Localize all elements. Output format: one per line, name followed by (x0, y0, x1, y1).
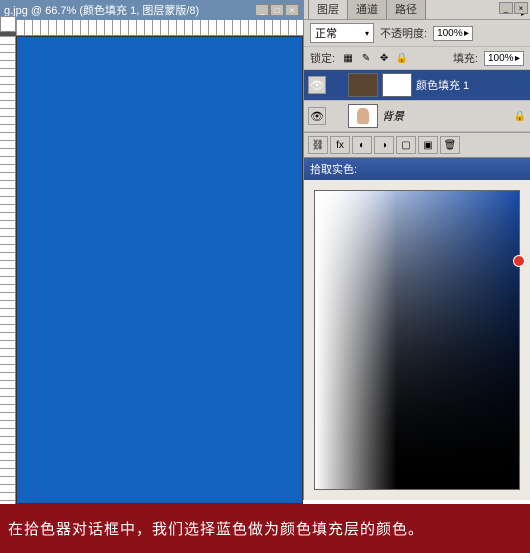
minimize-button[interactable]: _ (255, 4, 269, 16)
visibility-toggle[interactable]: 👁 (308, 107, 326, 125)
lock-all-icon[interactable]: 🔒 (395, 51, 409, 65)
ruler-origin[interactable] (0, 16, 16, 32)
color-field[interactable] (314, 190, 520, 490)
document-title: g.jpg @ 66.7% (颜色填充 1, 图层蒙版/8) (4, 2, 199, 18)
lock-icon: 🔒 (514, 111, 526, 122)
canvas[interactable] (16, 36, 303, 504)
layer-list: 👁 颜色填充 1 👁 背景 🔒 (304, 70, 530, 132)
visibility-toggle[interactable]: 👁 (308, 76, 326, 94)
layer-mask-button[interactable]: ◐ (352, 136, 372, 154)
lock-move-icon[interactable]: ✥ (377, 51, 391, 65)
tab-paths[interactable]: 路径 (386, 0, 426, 19)
opacity-input[interactable]: 100%▸ (433, 26, 473, 41)
picker-title: 拾取实色: (304, 158, 530, 180)
tab-channels[interactable]: 通道 (347, 0, 387, 19)
color-cursor[interactable] (513, 255, 525, 267)
layer-style-button[interactable]: fx (330, 136, 350, 154)
layer-name[interactable]: 颜色填充 1 (416, 77, 526, 93)
chevron-down-icon: ▾ (365, 29, 369, 38)
tab-layers[interactable]: 图层 (308, 0, 348, 19)
layer-mask-thumbnail[interactable] (382, 73, 412, 97)
layer-name[interactable]: 背景 (382, 108, 510, 124)
ruler-vertical[interactable] (0, 36, 16, 504)
blend-mode-value: 正常 (315, 25, 337, 41)
chevron-right-icon: ▸ (515, 53, 520, 64)
color-picker-panel: 拾取实色: (304, 158, 530, 500)
document-window: g.jpg @ 66.7% (颜色填充 1, 图层蒙版/8) _ □ × (0, 0, 303, 500)
new-layer-button[interactable]: ▣ (418, 136, 438, 154)
lock-brush-icon[interactable]: ✎ (359, 51, 373, 65)
ruler-horizontal[interactable] (16, 20, 303, 36)
layer-thumbnail[interactable] (348, 104, 378, 128)
layer-thumbnail[interactable] (348, 73, 378, 97)
delete-layer-button[interactable]: 🗑 (440, 136, 460, 154)
link-layers-button[interactable]: ⛓ (308, 136, 328, 154)
layers-panel: 图层 通道 路径 ▸ 正常 ▾ 不透明度: 100%▸ 锁定: (304, 0, 530, 158)
fill-label: 填充: (453, 50, 478, 66)
layer-item[interactable]: 👁 颜色填充 1 (304, 70, 530, 101)
caption-bar: 在拾色器对话框中，我们选择蓝色做为颜色填充层的颜色。 (0, 504, 530, 553)
lock-transparency-icon[interactable]: ▦ (341, 51, 355, 65)
layer-item[interactable]: 👁 背景 🔒 (304, 101, 530, 132)
chevron-right-icon: ▸ (464, 28, 469, 39)
blend-mode-dropdown[interactable]: 正常 ▾ (310, 23, 374, 43)
panel-close-button[interactable]: × (514, 2, 528, 14)
adjustment-layer-button[interactable]: ◑ (374, 136, 394, 154)
group-button[interactable]: ▢ (396, 136, 416, 154)
panel-minimize-button[interactable]: _ (499, 2, 513, 14)
opacity-label: 不透明度: (380, 25, 427, 41)
fill-input[interactable]: 100%▸ (484, 51, 524, 66)
lock-label: 锁定: (310, 50, 335, 66)
document-titlebar[interactable]: g.jpg @ 66.7% (颜色填充 1, 图层蒙版/8) _ □ × (0, 0, 303, 20)
close-button[interactable]: × (285, 4, 299, 16)
maximize-button[interactable]: □ (270, 4, 284, 16)
